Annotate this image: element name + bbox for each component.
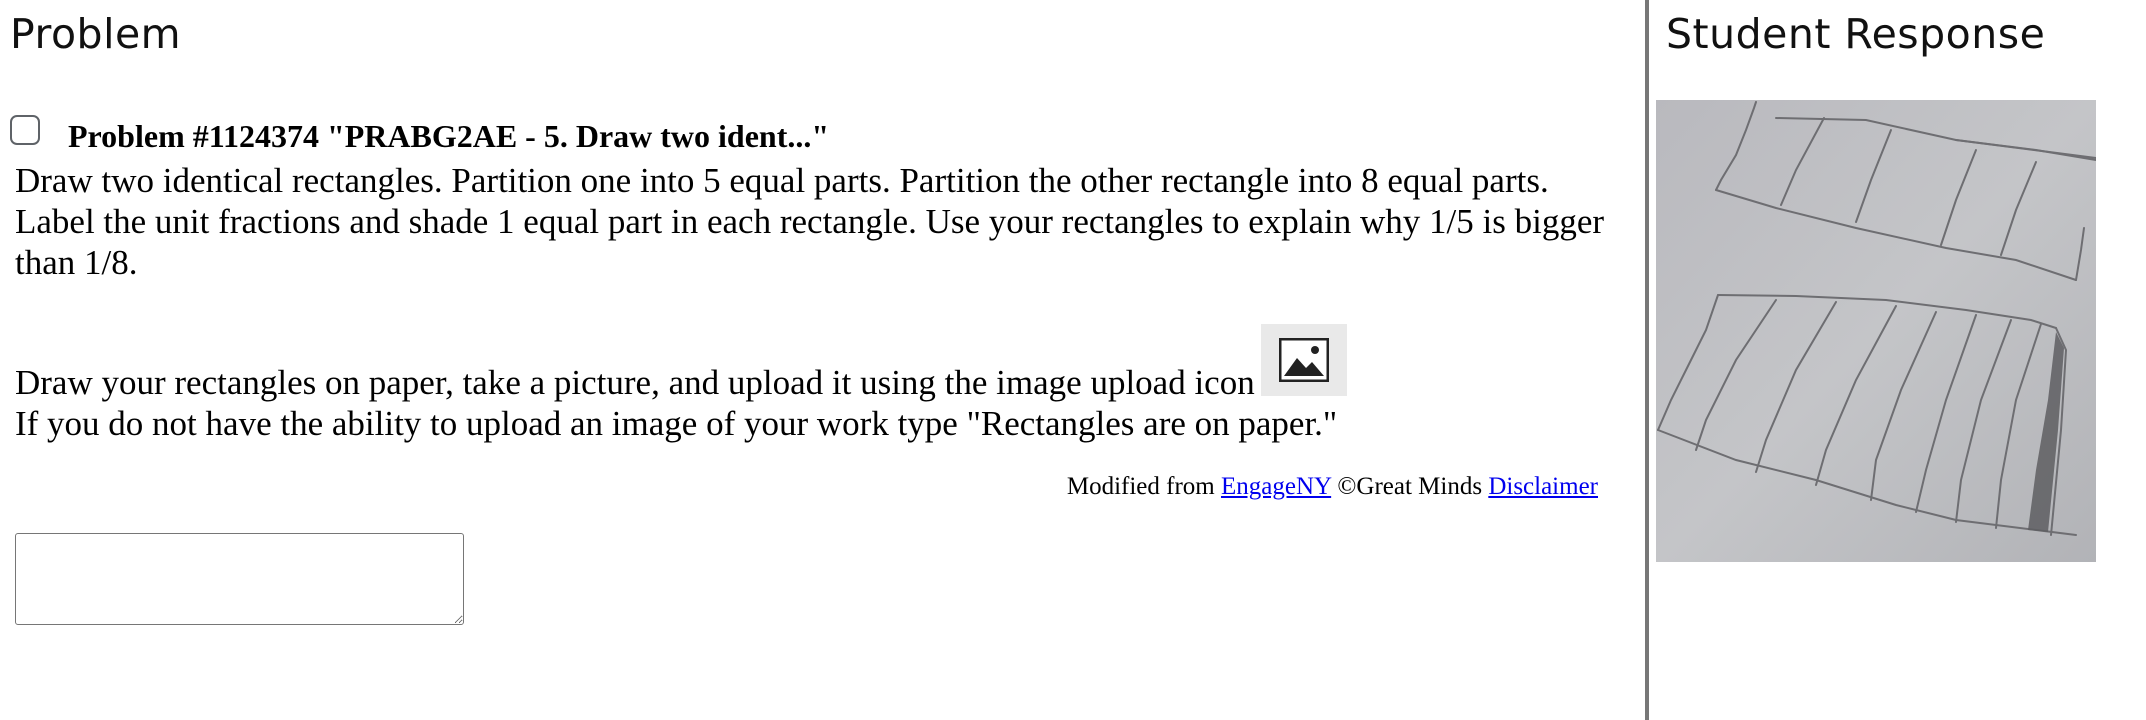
upload-instructions-text: Draw your rectangles on paper, take a pi… (15, 363, 1255, 402)
student-work-photo (1656, 100, 2096, 562)
problem-title: Problem #1124374 "PRABG2AE - 5. Draw two… (68, 118, 830, 154)
upload-instructions: Draw your rectangles on paper, take a pi… (15, 324, 1615, 403)
problem-select-checkbox[interactable] (10, 115, 40, 145)
problem-instructions: Draw two identical rectangles. Partition… (15, 161, 1605, 282)
image-upload-icon[interactable] (1260, 324, 1347, 396)
problem-body: Draw two identical rectangles. Partition… (15, 160, 1615, 444)
engageny-link[interactable]: EngageNY (1221, 473, 1331, 500)
response-panel: Student Response (1649, 0, 2146, 720)
problem-panel: Problem Problem #1124374 "PRABG2AE - 5. … (0, 0, 1645, 720)
answer-textarea[interactable] (15, 533, 464, 625)
problem-heading: Problem (10, 10, 182, 58)
attribution: Modified from EngageNY ©Great Minds Disc… (1067, 473, 1598, 501)
attribution-prefix: Modified from (1066, 473, 1215, 500)
response-heading: Student Response (1666, 10, 2046, 58)
attribution-copyright: ©Great Minds (1337, 473, 1483, 500)
disclaimer-link[interactable]: Disclaimer (1488, 473, 1598, 500)
no-upload-instructions: If you do not have the ability to upload… (15, 404, 1338, 443)
